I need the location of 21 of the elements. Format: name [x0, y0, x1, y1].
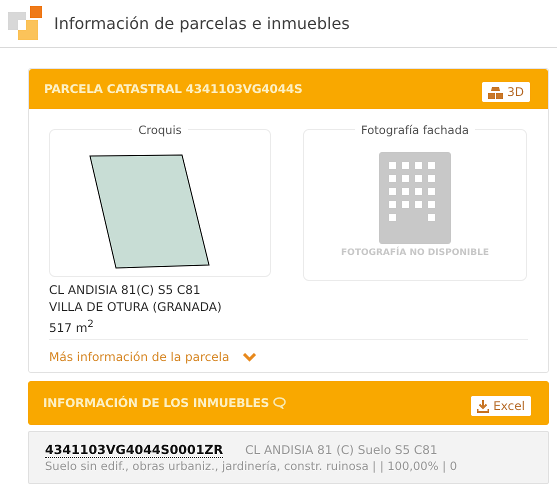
- property-details: Suelo sin edif., obras urbaniz., jardinería, constr. ruinosa | | 100,00% | 0: [45, 459, 458, 473]
- properties-title: INFORMACIÓN DE LOS INMUEBLES: [43, 396, 270, 410]
- 3d-button[interactable]: 3D: [482, 82, 530, 102]
- sketch-label: Croquis: [132, 123, 188, 137]
- property-address: CL ANDISIA 81 (C) Suelo S5 C81: [245, 443, 438, 457]
- chevron-down-icon: [243, 352, 256, 362]
- property-row[interactable]: 4341103VG4044S0001ZR CL ANDISIA 81 (C) Suelo S5 C81 Suelo sin edif., obras urbaniz., jardinería, constr. ruinosa | | 100,00% | 0: [28, 431, 549, 484]
- download-icon: [477, 400, 490, 412]
- more-info-link[interactable]: Más información de la parcela: [49, 350, 528, 364]
- cubes-icon: [488, 86, 504, 98]
- logo-icon: [8, 6, 42, 40]
- excel-button[interactable]: Excel: [471, 396, 531, 416]
- photo-label: Fotografía fachada: [355, 123, 475, 137]
- speech-bubble-icon: [273, 397, 286, 409]
- area-text: 517 m$^{2}$: [49, 318, 95, 337]
- building-icon: [379, 152, 451, 244]
- address-line: CL ANDISIA 81(C) S5 C81: [49, 282, 202, 299]
- page-title: Información de parcelas e inmuebles: [54, 14, 350, 33]
- parcel-title: PARCELA CATASTRAL 4341103VG4044S: [44, 82, 302, 96]
- property-reference-link[interactable]: 4341103VG4044S0001ZR: [45, 442, 224, 458]
- address-line: VILLA DE OTURA (GRANADA): [49, 299, 223, 316]
